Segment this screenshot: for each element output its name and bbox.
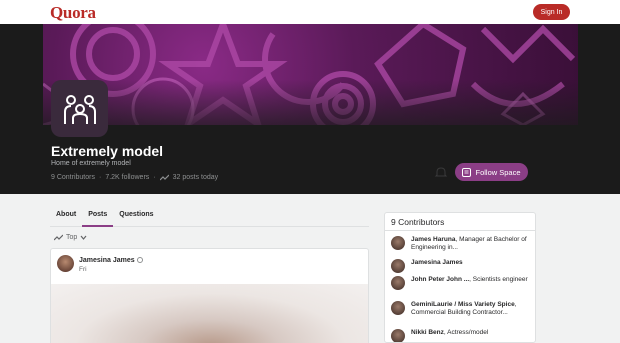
posts-today: 32 posts today xyxy=(172,174,219,181)
avatar[interactable] xyxy=(391,276,405,290)
space-avatar[interactable] xyxy=(51,80,108,137)
avatar[interactable] xyxy=(391,236,405,250)
cover-gradient xyxy=(43,24,578,125)
contributor-name[interactable]: GeminiLaurie / Miss Variety Spice xyxy=(411,301,515,308)
tab-posts[interactable]: Posts xyxy=(82,207,114,227)
contributors-panel: 9 Contributors James Haruna, Manager at … xyxy=(384,212,536,343)
separator: · xyxy=(153,174,156,181)
main-feed: About Posts Questions Top Jamesina James… xyxy=(50,207,369,343)
author-name-row: Jamesina James xyxy=(79,257,143,264)
space-description: Home of extremely model xyxy=(51,160,131,167)
author-avatar[interactable] xyxy=(57,255,74,272)
top-bar: Quora Sign In xyxy=(0,0,620,24)
post-time[interactable]: Fri xyxy=(79,266,87,273)
sign-in-button[interactable]: Sign In xyxy=(533,4,570,20)
contributor-name[interactable]: Nikki Benz xyxy=(411,329,444,336)
follow-space-icon xyxy=(462,167,472,177)
author-name[interactable]: Jamesina James xyxy=(79,257,135,264)
contributor-item[interactable]: James Haruna, Manager at Bachelor of Eng… xyxy=(391,236,531,252)
contributor-item[interactable]: John Peter John ..., Scientists engineer xyxy=(391,276,531,290)
trending-icon xyxy=(159,174,169,181)
follow-space-button[interactable]: Follow Space xyxy=(455,163,528,181)
space-tabs: About Posts Questions xyxy=(50,207,369,227)
follow-space-label: Follow Space xyxy=(475,167,521,177)
contributor-name[interactable]: Jamesina James xyxy=(411,259,463,266)
model-group-icon xyxy=(63,94,96,124)
notification-bell-icon[interactable] xyxy=(434,166,448,180)
contributor-desc: , Scientists engineer xyxy=(469,276,528,283)
contributors-title: 9 Contributors xyxy=(385,213,535,231)
space-stats: 9 Contributors · 7.2K followers · 32 pos… xyxy=(51,174,218,181)
cover-image xyxy=(43,24,578,125)
chevron-down-icon xyxy=(80,235,87,240)
avatar[interactable] xyxy=(391,259,405,273)
trending-icon xyxy=(54,234,63,241)
followers-count[interactable]: 7.2K followers xyxy=(105,174,149,181)
tab-questions[interactable]: Questions xyxy=(113,207,159,227)
sort-label: Top xyxy=(66,234,78,241)
post-card[interactable]: Jamesina James Fri xyxy=(50,248,369,343)
contributor-desc: , Actress/model xyxy=(443,329,489,336)
contributor-item[interactable]: GeminiLaurie / Miss Variety Spice, Comme… xyxy=(391,301,531,317)
post-image[interactable] xyxy=(51,284,368,343)
tab-about[interactable]: About xyxy=(50,207,82,227)
contributor-item[interactable]: Jamesina James xyxy=(391,259,531,273)
contributor-item[interactable]: Nikki Benz, Actress/model xyxy=(391,329,531,342)
verified-icon xyxy=(136,257,143,264)
space-title: Extremely model xyxy=(51,143,164,159)
separator: · xyxy=(98,174,102,181)
contributor-name[interactable]: James Haruna xyxy=(411,236,455,243)
quora-logo[interactable]: Quora xyxy=(50,3,96,23)
contributor-name[interactable]: John Peter John ... xyxy=(411,276,469,283)
sort-dropdown[interactable]: Top xyxy=(54,234,87,241)
contributors-count[interactable]: 9 Contributors xyxy=(51,174,95,181)
avatar[interactable] xyxy=(391,301,405,315)
avatar[interactable] xyxy=(391,329,405,342)
